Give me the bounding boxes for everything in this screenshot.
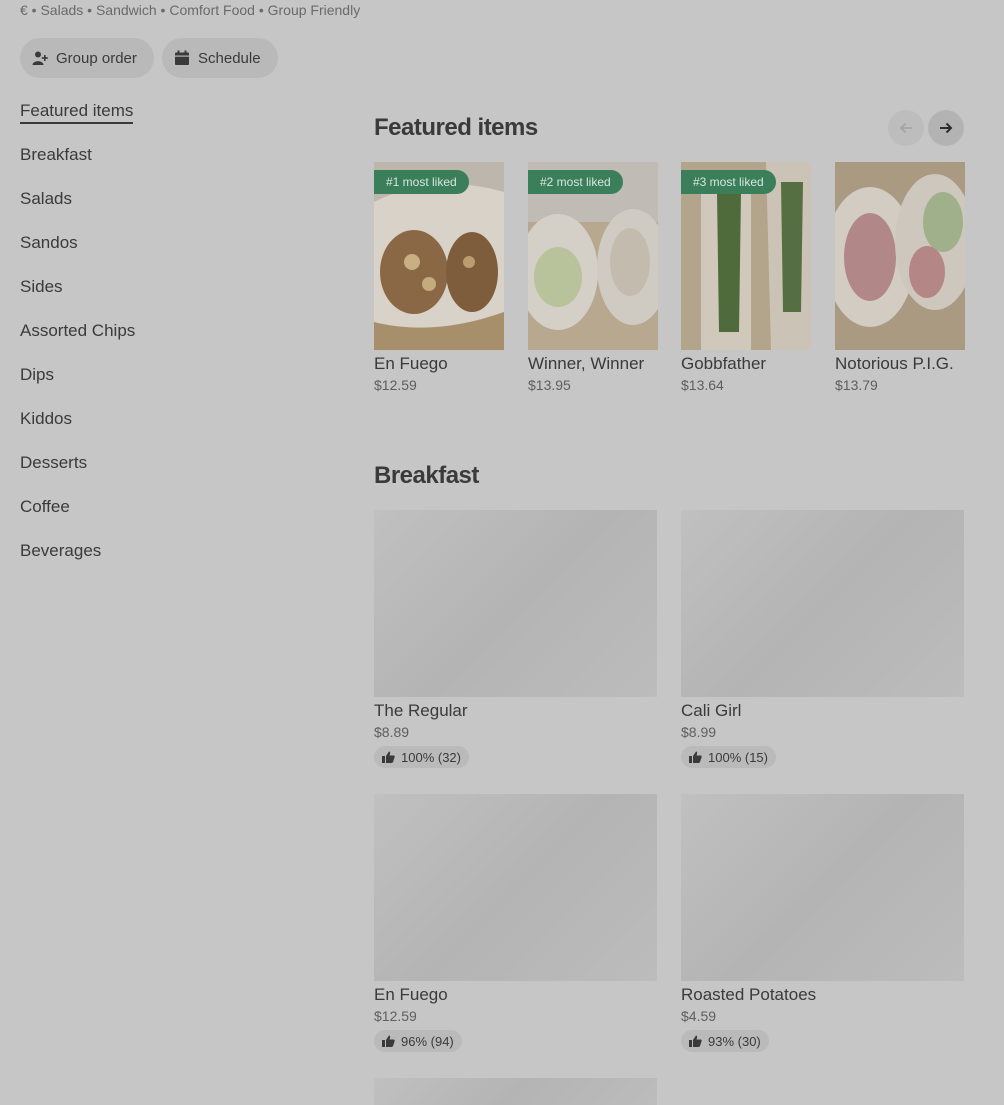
nav-item-assorted-chips[interactable]: Assorted Chips — [20, 320, 135, 364]
food-image-placeholder — [681, 510, 964, 697]
menu-item-card[interactable]: Cali Girl $8.99 100% (15) — [681, 510, 964, 768]
menu-item-card[interactable]: Roasted Potatoes $4.59 93% (30) — [681, 794, 964, 1052]
item-price: $8.89 — [374, 724, 410, 740]
nav-item-salads[interactable]: Salads — [20, 188, 135, 232]
rating-badge: 100% (32) — [374, 746, 469, 768]
rating-badge: 96% (94) — [374, 1030, 462, 1052]
schedule-label: Schedule — [198, 49, 261, 67]
item-price: $12.59 — [374, 1008, 417, 1024]
item-price: $12.59 — [374, 377, 417, 393]
add-person-icon — [32, 51, 48, 65]
item-price: $8.99 — [681, 724, 717, 740]
item-name: Roasted Potatoes — [681, 985, 817, 1004]
featured-section-title: Featured items — [374, 114, 538, 141]
menu-item-card[interactable]: En Fuego $12.59 96% (94) — [374, 794, 657, 1052]
nav-item-breakfast[interactable]: Breakfast — [20, 144, 135, 188]
food-image-placeholder — [374, 1078, 657, 1105]
food-image: #3 most liked — [681, 162, 811, 350]
featured-card[interactable]: #1 most liked En Fuego $12.59 — [374, 162, 504, 393]
item-price: $13.79 — [835, 377, 878, 393]
most-liked-badge: #3 most liked — [681, 170, 776, 194]
item-name: The Regular — [374, 701, 468, 720]
menu-item-card[interactable] — [374, 1078, 657, 1105]
group-order-label: Group order — [56, 49, 137, 67]
featured-card[interactable]: #2 most liked Winner, Winner $13.95 — [528, 162, 658, 393]
nav-item-coffee[interactable]: Coffee — [20, 496, 135, 540]
featured-card[interactable]: #3 most liked Gobbfather $13.64 — [681, 162, 811, 393]
nav-item-featured-items[interactable]: Featured items — [20, 100, 135, 144]
item-price: $4.59 — [681, 1008, 717, 1024]
breakfast-section-title: Breakfast — [374, 462, 479, 489]
thumbs-up-icon — [382, 1035, 395, 1047]
nav-item-sides[interactable]: Sides — [20, 276, 135, 320]
rating-text: 96% (94) — [401, 1033, 454, 1049]
carousel-prev-button[interactable] — [888, 110, 924, 146]
thumbs-up-icon — [382, 751, 395, 763]
nav-item-beverages[interactable]: Beverages — [20, 540, 135, 584]
arrow-right-icon — [940, 122, 953, 134]
rating-text: 100% (32) — [401, 749, 461, 765]
item-name: En Fuego — [374, 354, 448, 373]
food-image: #1 most liked — [374, 162, 504, 350]
item-name: Winner, Winner — [528, 354, 645, 373]
group-order-button[interactable]: Group order — [20, 38, 154, 78]
food-image-placeholder — [681, 794, 964, 981]
most-liked-badge: #1 most liked — [374, 170, 469, 194]
rating-text: 100% (15) — [708, 749, 768, 765]
thumbs-up-icon — [689, 751, 702, 763]
item-name: Gobbfather — [681, 354, 767, 373]
thumbs-up-icon — [689, 1035, 702, 1047]
item-name: Notorious P.I.G. — [835, 354, 954, 373]
rating-badge: 93% (30) — [681, 1030, 769, 1052]
nav-item-kiddos[interactable]: Kiddos — [20, 408, 135, 452]
item-name: Cali Girl — [681, 701, 742, 720]
nav-item-sandos[interactable]: Sandos — [20, 232, 135, 276]
item-price: $13.95 — [528, 377, 571, 393]
rating-text: 93% (30) — [708, 1033, 761, 1049]
menu-item-card[interactable]: The Regular $8.89 100% (32) — [374, 510, 657, 768]
schedule-button[interactable]: Schedule — [162, 38, 278, 78]
carousel-next-button[interactable] — [928, 110, 964, 146]
nav-item-dips[interactable]: Dips — [20, 364, 135, 408]
rating-badge: 100% (15) — [681, 746, 776, 768]
nav-item-desserts[interactable]: Desserts — [20, 452, 135, 496]
food-image: #2 most liked — [528, 162, 658, 350]
most-liked-badge: #2 most liked — [528, 170, 623, 194]
food-image-placeholder — [374, 510, 657, 697]
calendar-icon — [175, 50, 189, 65]
arrow-left-icon — [899, 122, 912, 134]
category-nav: Featured items Breakfast Salads Sandos S… — [20, 100, 135, 584]
item-price: $13.64 — [681, 377, 724, 393]
food-image — [835, 162, 965, 350]
featured-card[interactable]: Notorious P.I.G. $13.79 — [835, 162, 965, 393]
food-image-placeholder — [374, 794, 657, 981]
store-tagline: € • Salads • Sandwich • Comfort Food • G… — [20, 2, 361, 18]
item-name: En Fuego — [374, 985, 448, 1004]
